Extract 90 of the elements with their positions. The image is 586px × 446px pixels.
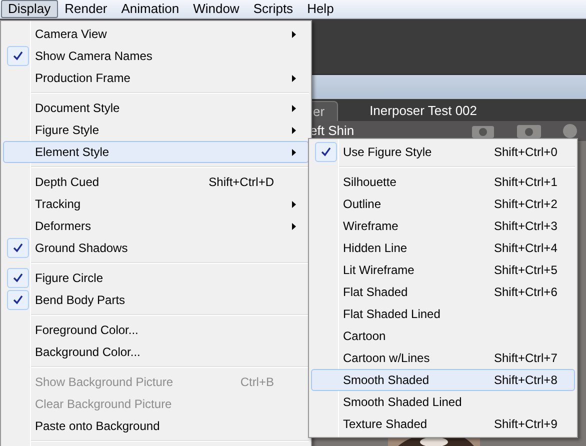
menu-item-label: Production Frame	[35, 70, 130, 87]
menu-item-label: Smooth Shaded Lined	[343, 394, 462, 411]
submenu-arrow-icon	[292, 148, 296, 156]
menu-item-label: Figure Style	[35, 122, 100, 139]
checkmark-icon	[13, 295, 23, 305]
menu-item[interactable]: Deformers	[3, 215, 309, 237]
menu-item-label: Ground Shadows	[35, 240, 128, 257]
menu-item-label: Paste onto Background	[35, 418, 160, 435]
shortcut-text: Shift+Ctrl+D	[208, 174, 274, 191]
menu-item[interactable]: Smooth Shaded Lined	[311, 391, 575, 413]
camera-icon[interactable]	[516, 123, 542, 139]
checkmark-icon	[13, 243, 23, 253]
menu-item[interactable]: Paste onto Background	[3, 415, 309, 437]
menu-item-label: Smooth Shaded	[343, 372, 430, 389]
shortcut-text: Shift+Ctrl+9	[494, 416, 558, 433]
menu-item-label: Use Figure Style	[343, 144, 432, 161]
menu-item-label: Depth Cued	[35, 174, 100, 191]
menu-item[interactable]: Depth Cued Shift+Ctrl+D	[3, 171, 309, 193]
menu-bar-item[interactable]: Animation	[114, 0, 186, 18]
submenu-arrow-icon	[292, 200, 296, 208]
checkmark-icon	[13, 273, 23, 283]
menu-item[interactable]: Wireframe Shift+Ctrl+3	[311, 215, 575, 237]
submenu-arrow-icon	[292, 30, 296, 38]
menu-item[interactable]: Tracking	[3, 193, 309, 215]
menu-item-label: Figure Circle	[35, 270, 104, 287]
menu-item-label: Outline	[343, 196, 382, 213]
menu-item-label: Show Background Picture	[35, 374, 174, 391]
checkmark-icon	[13, 51, 23, 61]
menu-item-label: Show Camera Names	[35, 48, 152, 65]
shortcut-text: Shift+Ctrl+0	[494, 144, 558, 161]
menu-item-label: Texture Shaded	[343, 416, 428, 433]
checkmark-icon	[321, 147, 331, 157]
menu-item[interactable]: Ground Shadows	[3, 237, 309, 259]
shortcut-text: Shift+Ctrl+3	[494, 218, 558, 235]
menu-bar-item[interactable]: Display	[1, 0, 58, 18]
shortcut-text: Shift+Ctrl+2	[494, 196, 558, 213]
shortcut-text: Shift+Ctrl+6	[494, 284, 558, 301]
menu-item[interactable]: Flat Shaded Shift+Ctrl+6	[311, 281, 575, 303]
menu-item-label: Foreground Color...	[35, 322, 138, 339]
menu-item-label: Cartoon w/Lines	[343, 350, 430, 367]
shortcut-text: Shift+Ctrl+1	[494, 174, 558, 191]
menu-item-label: Flat Shaded	[343, 284, 408, 301]
sphere-icon[interactable]	[562, 123, 578, 139]
menu-item-label: Bend Body Parts	[35, 292, 126, 309]
camera-icon[interactable]	[470, 123, 496, 139]
menu-item[interactable]: Figure Style	[3, 119, 309, 141]
menu-item[interactable]: Foreground Color...	[3, 319, 309, 341]
menu-bar-item[interactable]: Help	[300, 0, 341, 18]
menu-item-label: Tracking	[35, 196, 81, 213]
menu-item[interactable]: Production Frame	[3, 67, 309, 89]
submenu-arrow-icon	[292, 104, 296, 112]
menu-item-label: Lit Wireframe	[343, 262, 414, 279]
menu-item-label: Document Style	[35, 100, 120, 117]
menu-item-label: Silhouette	[343, 174, 396, 191]
menu-item-label: Wireframe	[343, 218, 398, 235]
menu-item-label: Cartoon	[343, 328, 386, 345]
menu-item[interactable]: Cartoon w/Lines Shift+Ctrl+7	[311, 347, 575, 369]
shortcut-text: Ctrl+B	[240, 374, 274, 391]
menu-item[interactable]: Silhouette Shift+Ctrl+1	[311, 171, 575, 193]
menu-item-label: Background Color...	[35, 344, 140, 361]
menu-item-label: Element Style	[35, 144, 110, 161]
shortcut-text: Shift+Ctrl+7	[494, 350, 558, 367]
menu-bar-item[interactable]: Render	[58, 0, 114, 18]
menu-item-label: Hidden Line	[343, 240, 408, 257]
shortcut-text: Shift+Ctrl+4	[494, 240, 558, 257]
menu-item-label: Clear Background Picture	[35, 396, 172, 413]
menu-item[interactable]: Bend Body Parts	[3, 289, 309, 311]
menu-item[interactable]: Flat Shaded Lined	[311, 303, 575, 325]
menu-bar-item[interactable]: Window	[186, 0, 246, 18]
menu-item[interactable]: Smooth Shaded Shift+Ctrl+8	[311, 369, 575, 391]
menu-item[interactable]: Hidden Line Shift+Ctrl+4	[311, 237, 575, 259]
menu-bar-item[interactable]: Scripts	[246, 0, 300, 18]
menu-item-label: Flat Shaded Lined	[343, 306, 440, 323]
submenu-arrow-icon	[292, 222, 296, 230]
menu-item[interactable]: Outline Shift+Ctrl+2	[311, 193, 575, 215]
menu-item[interactable]: Background Color...	[3, 341, 309, 363]
menu-item[interactable]: Lit Wireframe Shift+Ctrl+5	[311, 259, 575, 281]
submenu-arrow-icon	[292, 74, 296, 82]
menu-item-label: Camera View	[35, 26, 107, 43]
menu-item[interactable]: Texture Shaded Shift+Ctrl+9	[311, 413, 575, 435]
shortcut-text: Shift+Ctrl+8	[494, 372, 558, 389]
menu-item-label: Deformers	[35, 218, 92, 235]
menu-item[interactable]: Cartoon	[311, 325, 575, 347]
submenu-arrow-icon	[292, 126, 296, 134]
menu-item[interactable]: Show Camera Names	[3, 45, 309, 67]
menu-item[interactable]: Element Style	[3, 141, 309, 163]
menu-item[interactable]: Figure Circle	[3, 267, 309, 289]
shortcut-text: Shift+Ctrl+5	[494, 262, 558, 279]
menu-item[interactable]: Camera View	[3, 23, 309, 45]
menu-item[interactable]: Use Figure Style Shift+Ctrl+0	[311, 141, 575, 163]
